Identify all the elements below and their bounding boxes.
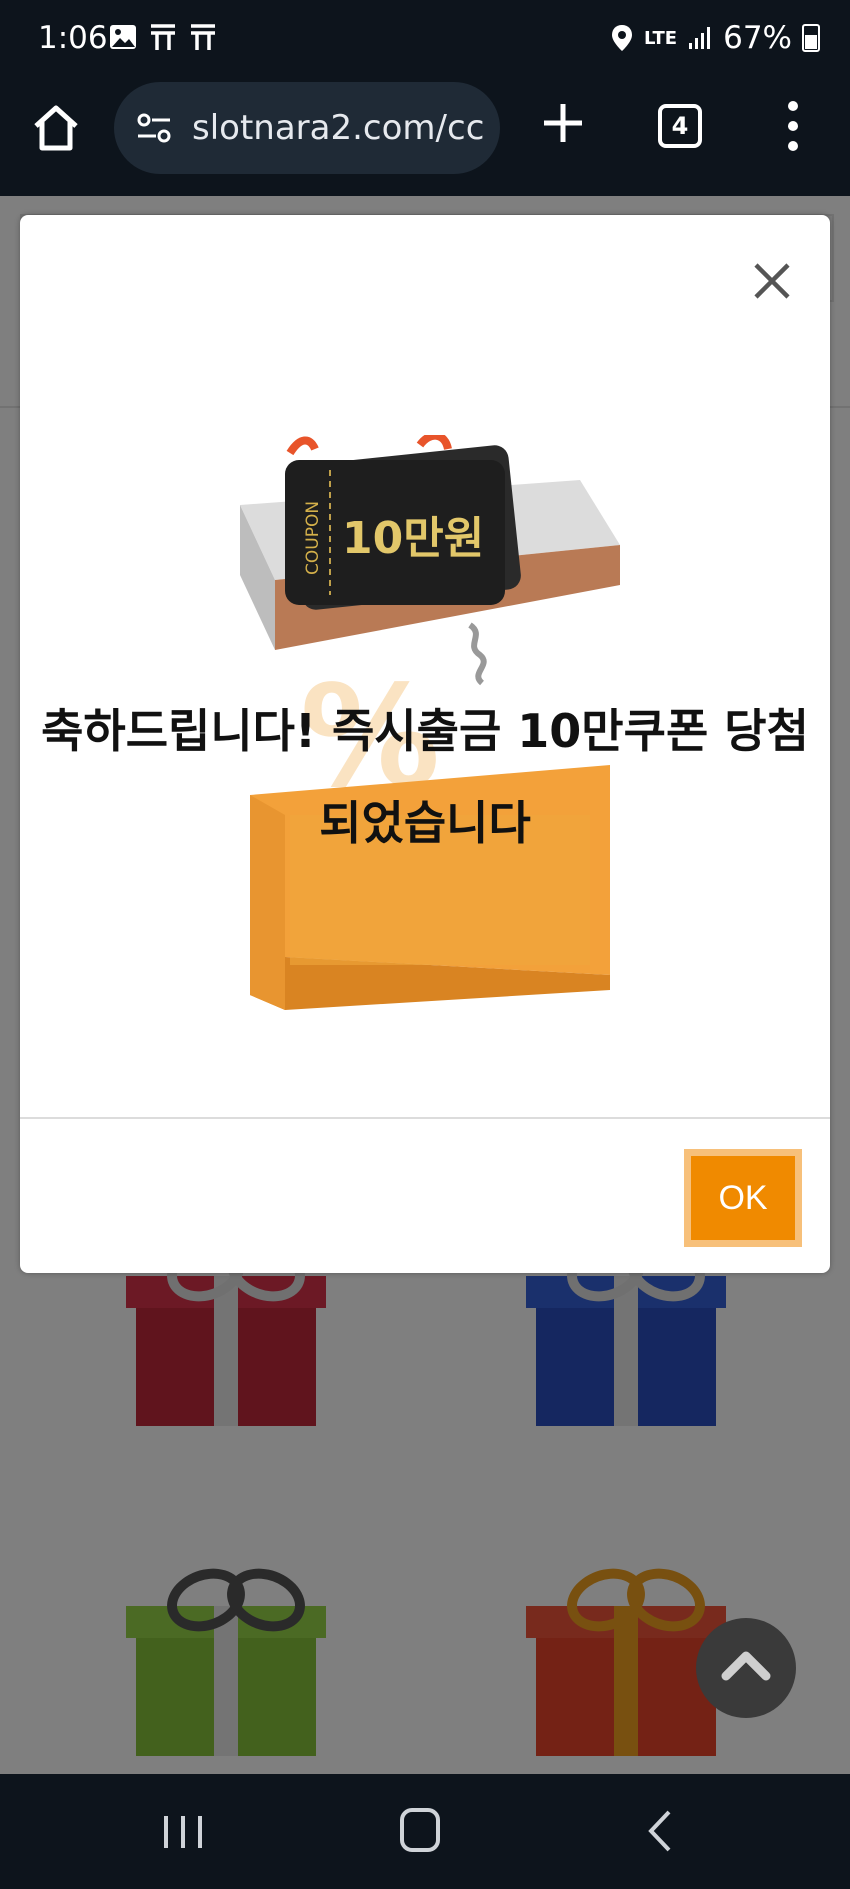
home-icon[interactable] <box>30 102 82 154</box>
chevron-up-icon <box>721 1651 771 1681</box>
coupon-label: COUPON <box>303 501 323 575</box>
home-nav-button[interactable] <box>400 1808 440 1852</box>
dialog-message-text: 축하드립니다! 즉시출금 10만쿠폰 당첨 되었습니다 <box>41 704 809 850</box>
status-notification-icons <box>108 22 218 52</box>
location-icon <box>612 25 633 51</box>
t-icon <box>151 24 175 50</box>
new-tab-icon[interactable] <box>540 100 586 146</box>
system-navigation-bar <box>0 1774 850 1889</box>
battery-icon <box>802 24 820 52</box>
dialog-message: 축하드립니다! 즉시출금 10만쿠폰 당첨 되었습니다 <box>20 685 830 869</box>
coupon-dialog: COUPON 10만원 % 축하드립니다! 즉시출금 10만쿠폰 당첨 되었습니… <box>20 215 830 1273</box>
status-time: 1:06 <box>38 20 108 56</box>
signal-icon <box>689 27 711 49</box>
url-text[interactable]: slotnara2.com/cc <box>192 108 484 148</box>
site-settings-icon[interactable] <box>134 108 174 148</box>
status-bar: 1:06 LTE 67% <box>0 0 850 78</box>
coupon-value: 10만원 <box>342 513 484 564</box>
recent-apps-icon[interactable] <box>160 1812 206 1852</box>
network-type: LTE <box>644 27 678 49</box>
ok-button[interactable]: OK <box>684 1149 802 1247</box>
status-system-icons: LTE 67% <box>610 20 820 56</box>
more-menu-icon[interactable] <box>778 98 808 154</box>
close-icon[interactable] <box>748 257 796 305</box>
scroll-to-top-button[interactable] <box>696 1618 796 1718</box>
dialog-divider <box>20 1117 830 1119</box>
t-icon <box>191 24 215 50</box>
image-icon <box>110 25 136 49</box>
browser-toolbar: slotnara2.com/cc 4 <box>0 78 850 196</box>
tab-switcher-button[interactable]: 4 <box>658 104 702 148</box>
battery-percent: 67% <box>723 20 792 56</box>
address-bar[interactable]: slotnara2.com/cc <box>114 82 500 174</box>
back-icon[interactable] <box>645 1808 675 1854</box>
